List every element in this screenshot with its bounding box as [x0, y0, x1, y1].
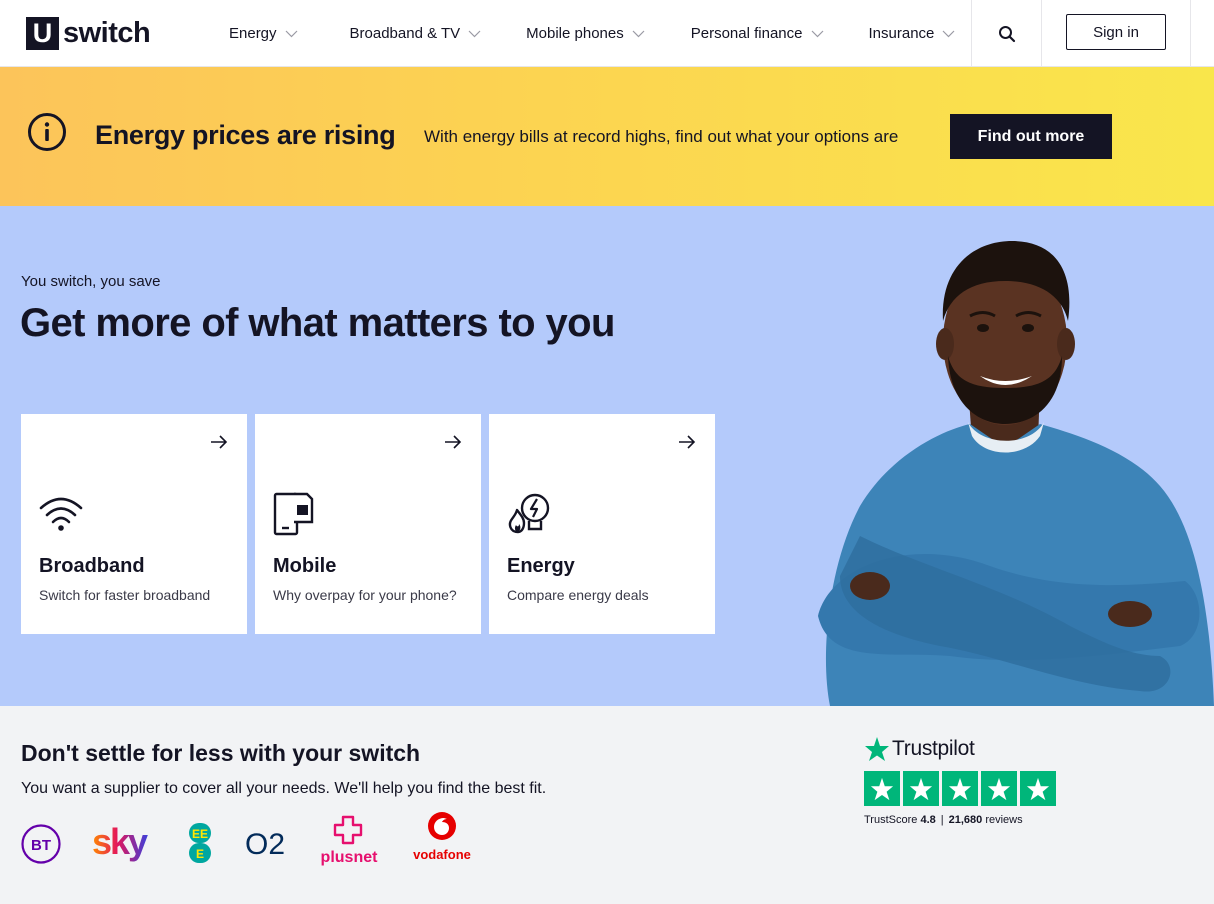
nav-item-label: Insurance	[868, 25, 935, 42]
sky-logo: sky	[92, 822, 150, 862]
chevron-down-icon	[632, 30, 645, 37]
chevron-down-icon	[942, 30, 955, 37]
trustpilot-rating-stars	[864, 771, 1056, 806]
rating-star	[981, 771, 1017, 806]
trustscore-line: TrustScore 4.8 | 21,680 reviews	[864, 814, 1023, 826]
chevron-down-icon	[811, 30, 823, 37]
star-icon	[1026, 777, 1050, 800]
suppliers-section: Don't settle for less with your switch Y…	[0, 706, 1214, 904]
banner-title: Energy prices are rising	[95, 120, 396, 150]
arrow-right-icon	[211, 435, 228, 449]
banner-text: With energy bills at record highs, find …	[424, 127, 899, 146]
sky-logo-text: sky	[92, 822, 148, 862]
hero-title: Get more of what matters to you	[20, 301, 615, 345]
card-subtitle: Switch for faster broadband	[39, 587, 211, 603]
arrow-right-icon	[679, 435, 696, 449]
nav-item-insurance[interactable]: Insurance	[869, 25, 956, 42]
bt-logo: BT	[21, 824, 61, 864]
plusnet-logo: plusnet	[321, 815, 379, 866]
card-subtitle: Why overpay for your phone?	[273, 587, 457, 603]
suppliers-title: Don't settle for less with your switch	[21, 740, 421, 766]
main-nav: Energy Broadband & TV Mobile phones Pers…	[229, 0, 955, 67]
search-icon	[998, 25, 1015, 42]
svg-text:E: E	[196, 847, 204, 861]
vodafone-logo: vodafone	[413, 812, 471, 862]
logo-text: switch	[63, 17, 151, 49]
search-button[interactable]	[972, 0, 1041, 67]
star-icon	[948, 777, 972, 800]
mobile-card[interactable]: Mobile Why overpay for your phone?	[255, 414, 481, 634]
energy-card[interactable]: Energy Compare energy deals	[489, 414, 715, 634]
plusnet-logo-text: plusnet	[321, 849, 379, 866]
reviews-label: reviews	[985, 814, 1023, 826]
chevron-down-icon	[285, 30, 297, 37]
trustpilot-star-icon	[865, 737, 889, 761]
rating-star	[864, 771, 900, 806]
rating-star	[903, 771, 939, 806]
nav-item-mobile-phones[interactable]: Mobile phones	[526, 25, 645, 42]
arrow-right-icon	[445, 435, 462, 449]
header-divider	[1190, 0, 1191, 67]
vodafone-logo-text: vodafone	[413, 847, 471, 862]
broadband-card[interactable]: Broadband Switch for faster broadband	[21, 414, 247, 634]
sign-in-button[interactable]: Sign in	[1066, 14, 1166, 50]
bt-logo-text: BT	[31, 837, 51, 854]
nav-item-personal-finance[interactable]: Personal finance	[691, 25, 824, 42]
ee-logo: EE E	[189, 823, 211, 863]
rating-star	[942, 771, 978, 806]
uswitch-logo[interactable]: U switch	[26, 17, 151, 50]
star-icon	[987, 777, 1011, 800]
o2-logo: O2	[245, 828, 285, 861]
trustscore-label: TrustScore	[864, 814, 918, 826]
card-title: Broadband	[39, 555, 145, 577]
ee-logo-text: EE	[192, 827, 208, 841]
trustpilot-header: Trustpilot	[864, 736, 975, 762]
hero-section: You switch, you save Get more of what ma…	[0, 206, 1214, 706]
site-header: U switch Energy Broadband & TV Mobile ph…	[0, 0, 1214, 67]
trustpilot-name: Trustpilot	[892, 737, 975, 760]
trustpilot-widget[interactable]: Trustpilot TrustScore 4.8 | 21,680 reviews	[864, 736, 1064, 836]
nav-item-label: Broadband & TV	[349, 25, 461, 42]
mobile-sim-icon	[273, 492, 314, 536]
header-divider	[1041, 0, 1042, 67]
nav-item-energy[interactable]: Energy	[229, 25, 298, 42]
star-icon	[870, 777, 894, 800]
card-subtitle: Compare energy deals	[507, 587, 649, 603]
find-out-more-button[interactable]: Find out more	[950, 114, 1112, 159]
nav-item-label: Personal finance	[690, 25, 803, 42]
hero-person-image	[818, 241, 1214, 706]
star-icon	[909, 777, 933, 800]
card-title: Energy	[507, 555, 575, 577]
rating-star	[1020, 771, 1056, 806]
nav-item-label: Mobile phones	[526, 25, 624, 42]
info-icon	[28, 113, 66, 151]
hero-eyebrow: You switch, you save	[21, 273, 161, 290]
energy-bulb-flame-icon	[508, 493, 550, 534]
energy-alert-banner: Energy prices are rising With energy bil…	[0, 67, 1214, 206]
nav-item-broadband-tv[interactable]: Broadband & TV	[350, 25, 482, 42]
wifi-icon	[39, 497, 83, 531]
reviews-count: 21,680	[948, 814, 983, 826]
chevron-down-icon	[468, 30, 481, 37]
nav-item-label: Energy	[229, 25, 277, 42]
trustscore-value: 4.8	[920, 814, 936, 826]
card-title: Mobile	[273, 555, 337, 577]
o2-logo-text: O2	[245, 828, 285, 861]
logo-mark: U	[26, 17, 59, 50]
suppliers-subtitle: You want a supplier to cover all your ne…	[21, 780, 547, 797]
